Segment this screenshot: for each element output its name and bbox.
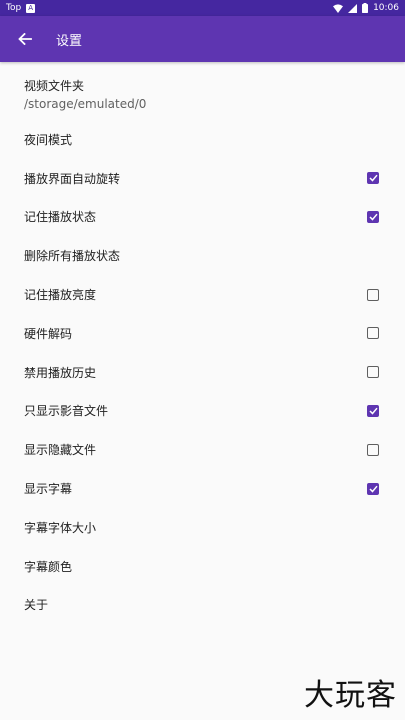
remember-state-checkbox[interactable]	[367, 210, 379, 223]
arrow-back-icon	[18, 33, 32, 45]
setting-remember-brightness[interactable]: 记住播放亮度	[0, 275, 405, 314]
wifi-icon	[333, 3, 344, 13]
watermark-logo: 大玩客	[304, 678, 397, 713]
show-hidden-checkbox[interactable]	[367, 443, 379, 456]
auto-rotate-checkbox[interactable]	[367, 172, 379, 185]
setting-remember-state[interactable]: 记住播放状态	[0, 198, 405, 237]
setting-label: 播放界面自动旋转	[24, 171, 121, 186]
setting-label: 显示字幕	[24, 482, 73, 497]
setting-label: 视频文件夹	[24, 79, 85, 93]
battery-icon	[362, 3, 369, 13]
signal-icon	[348, 3, 358, 13]
back-button[interactable]	[2, 16, 48, 62]
setting-value: /storage/emulated/0	[24, 97, 147, 111]
setting-media-only[interactable]: 只显示影音文件	[0, 392, 405, 431]
setting-label: 硬件解码	[24, 326, 73, 341]
setting-label: 只显示影音文件	[24, 404, 109, 419]
app-bar: 设置	[0, 16, 405, 62]
check-icon	[368, 407, 378, 415]
setting-label: 删除所有播放状态	[24, 249, 121, 264]
setting-subtitle-color[interactable]: 字幕颜色	[0, 547, 405, 586]
setting-disable-history[interactable]: 禁用播放历史	[0, 353, 405, 392]
check-icon	[368, 213, 378, 221]
check-icon	[368, 485, 378, 493]
setting-show-subtitles[interactable]: 显示字幕	[0, 469, 405, 508]
setting-about[interactable]: 关于	[0, 586, 405, 625]
show-subtitles-checkbox[interactable]	[367, 482, 379, 495]
setting-video-folder[interactable]: 视频文件夹 /storage/emulated/0	[0, 68, 405, 120]
check-icon	[368, 174, 378, 182]
setting-label: 记住播放亮度	[24, 288, 97, 303]
setting-delete-states[interactable]: 删除所有播放状态	[0, 236, 405, 275]
setting-hw-decode[interactable]: 硬件解码	[0, 314, 405, 353]
notification-icon: A	[26, 3, 36, 13]
settings-list: 视频文件夹 /storage/emulated/0 夜间模式 播放界面自动旋转 …	[0, 62, 405, 624]
status-bar: Top A 10:06	[0, 0, 405, 16]
hw-decode-checkbox[interactable]	[367, 327, 379, 340]
status-left-label: Top	[6, 3, 22, 13]
setting-subtitle-size[interactable]: 字幕字体大小	[0, 508, 405, 547]
status-time: 10:06	[373, 3, 399, 13]
setting-label: 关于	[24, 598, 49, 613]
setting-auto-rotate[interactable]: 播放界面自动旋转	[0, 159, 405, 198]
setting-label: 字幕颜色	[24, 559, 73, 574]
page-title: 设置	[56, 33, 83, 49]
setting-label: 夜间模式	[24, 132, 73, 147]
setting-show-hidden[interactable]: 显示隐藏文件	[0, 430, 405, 469]
setting-label: 记住播放状态	[24, 210, 97, 225]
remember-brightness-checkbox[interactable]	[367, 288, 379, 301]
setting-label: 显示隐藏文件	[24, 443, 97, 458]
setting-label: 字幕字体大小	[24, 520, 97, 535]
disable-history-checkbox[interactable]	[367, 366, 379, 379]
setting-night-mode[interactable]: 夜间模式	[0, 120, 405, 159]
setting-label: 禁用播放历史	[24, 365, 97, 380]
media-only-checkbox[interactable]	[367, 404, 379, 417]
